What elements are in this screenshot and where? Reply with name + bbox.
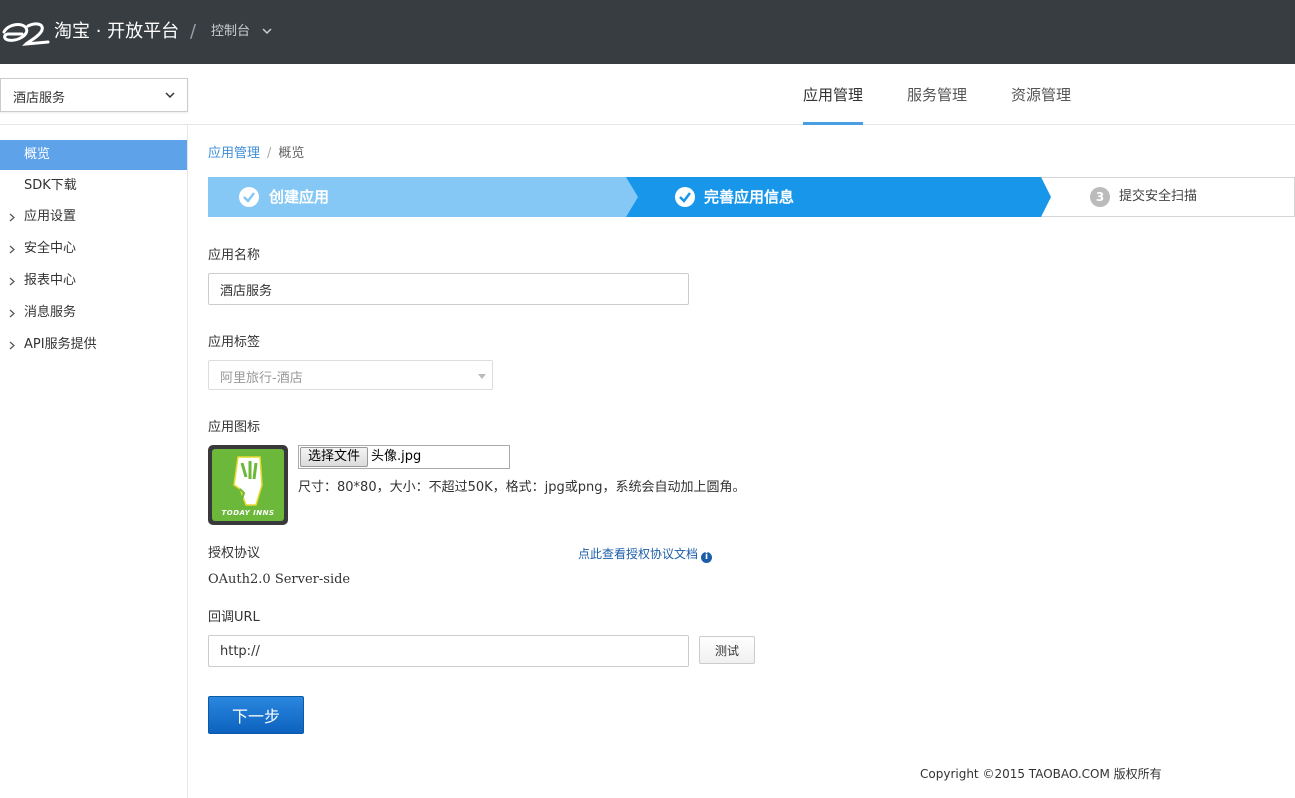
sidebar-item-overview[interactable]: 概览 <box>0 140 187 170</box>
step-3-number: 3 <box>1090 187 1110 207</box>
test-button[interactable]: 测试 <box>699 636 755 664</box>
auth-label: 授权协议 <box>208 546 261 561</box>
breadcrumb-separator: / <box>267 146 272 161</box>
step-3-label: 提交安全扫描 <box>1119 189 1198 204</box>
header-separator: / <box>190 21 197 42</box>
next-step-button[interactable]: 下一步 <box>208 696 304 734</box>
chevron-down-icon[interactable] <box>262 27 272 35</box>
sidebar-item-api-service[interactable]: API服务提供 <box>0 330 187 360</box>
info-icon: i <box>701 552 713 563</box>
chevron-right-icon <box>9 341 15 350</box>
sidebar-item-message-service[interactable]: 消息服务 <box>0 298 187 328</box>
sidebar-item-label: 安全中心 <box>24 241 77 256</box>
check-circle-icon <box>675 187 695 207</box>
callback-url-label: 回调URL <box>208 610 260 625</box>
app-icon-logo-text: TODAY INNS <box>221 509 275 517</box>
sidebar-item-report-center[interactable]: 报表中心 <box>0 266 187 296</box>
sidebar-item-label: 消息服务 <box>24 305 77 320</box>
tab-app-management[interactable]: 应用管理 <box>803 84 864 125</box>
sidebar-item-label: 报表中心 <box>24 273 77 288</box>
breadcrumb: 应用管理 / 概览 <box>208 146 304 162</box>
sidebar-item-label: 概览 <box>24 147 51 162</box>
icon-hint-text: 尺寸：80*80，大小：不超过50K，格式：jpg或png，系统会自动加上圆角。 <box>298 480 746 495</box>
sidebar-item-label: API服务提供 <box>24 337 97 352</box>
app-selector-value: 酒店服务 <box>13 91 66 106</box>
progress-steps: 创建应用 完善应用信息 3 提交安全扫描 <box>208 177 1295 217</box>
sidebar-item-label: SDK下载 <box>24 178 77 193</box>
app-tag-select[interactable]: 阿里旅行-酒店 <box>208 360 493 390</box>
tab-resource-management[interactable]: 资源管理 <box>1011 84 1071 125</box>
sidebar-item-label: 应用设置 <box>24 209 77 224</box>
chevron-right-icon <box>9 309 15 318</box>
chevron-right-icon <box>9 213 15 222</box>
sidebar: 概览 SDK下载 应用设置 安全中心 报表中心 消息服务 API服务提供 <box>0 125 188 798</box>
check-circle-icon <box>239 187 259 207</box>
sidebar-item-app-settings[interactable]: 应用设置 <box>0 202 187 232</box>
app-selector[interactable]: 酒店服务 <box>0 78 188 112</box>
step-1-label: 创建应用 <box>269 188 330 206</box>
sidebar-item-sdk-download[interactable]: SDK下载 <box>0 171 187 201</box>
chevron-right-icon <box>9 245 15 254</box>
app-icon-label: 应用图标 <box>208 420 261 435</box>
sub-header: 酒店服务 应用管理 服务管理 资源管理 <box>0 64 1295 125</box>
console-menu[interactable]: 控制台 <box>211 23 250 41</box>
copyright-footer: Copyright ©2015 TAOBAO.COM 版权所有 <box>920 767 1162 781</box>
tab-service-management[interactable]: 服务管理 <box>907 84 967 125</box>
choose-file-button[interactable]: 选择文件 <box>300 447 369 467</box>
auth-doc-link-text: 点此查看授权协议文档 <box>578 547 699 561</box>
app-name-label: 应用名称 <box>208 248 261 263</box>
sidebar-item-security-center[interactable]: 安全中心 <box>0 234 187 264</box>
file-upload: 选择文件 头像.jpg <box>298 445 510 469</box>
app-tag-label: 应用标签 <box>208 335 261 350</box>
callback-url-input[interactable] <box>208 635 689 667</box>
top-navbar: 淘宝 · 开放平台 / 控制台 <box>0 0 1295 64</box>
auth-doc-link[interactable]: 点此查看授权协议文档 i <box>578 546 713 563</box>
auth-value: OAuth2.0 Server-side <box>208 572 351 587</box>
caret-down-icon <box>478 374 486 379</box>
breadcrumb-link-app-management[interactable]: 应用管理 <box>208 146 260 161</box>
platform-title[interactable]: 淘宝 · 开放平台 <box>54 20 179 44</box>
selected-file-name: 头像.jpg <box>371 449 422 464</box>
chevron-right-icon <box>9 277 15 286</box>
step-2-label: 完善应用信息 <box>704 188 795 206</box>
app-tag-value: 阿里旅行-酒店 <box>220 371 303 386</box>
taobao-logo-icon[interactable] <box>0 18 52 48</box>
chevron-down-icon <box>165 92 175 99</box>
app-icon-preview: TODAY INNS <box>208 445 288 525</box>
app-name-input[interactable] <box>208 273 689 305</box>
breadcrumb-current: 概览 <box>278 146 305 161</box>
